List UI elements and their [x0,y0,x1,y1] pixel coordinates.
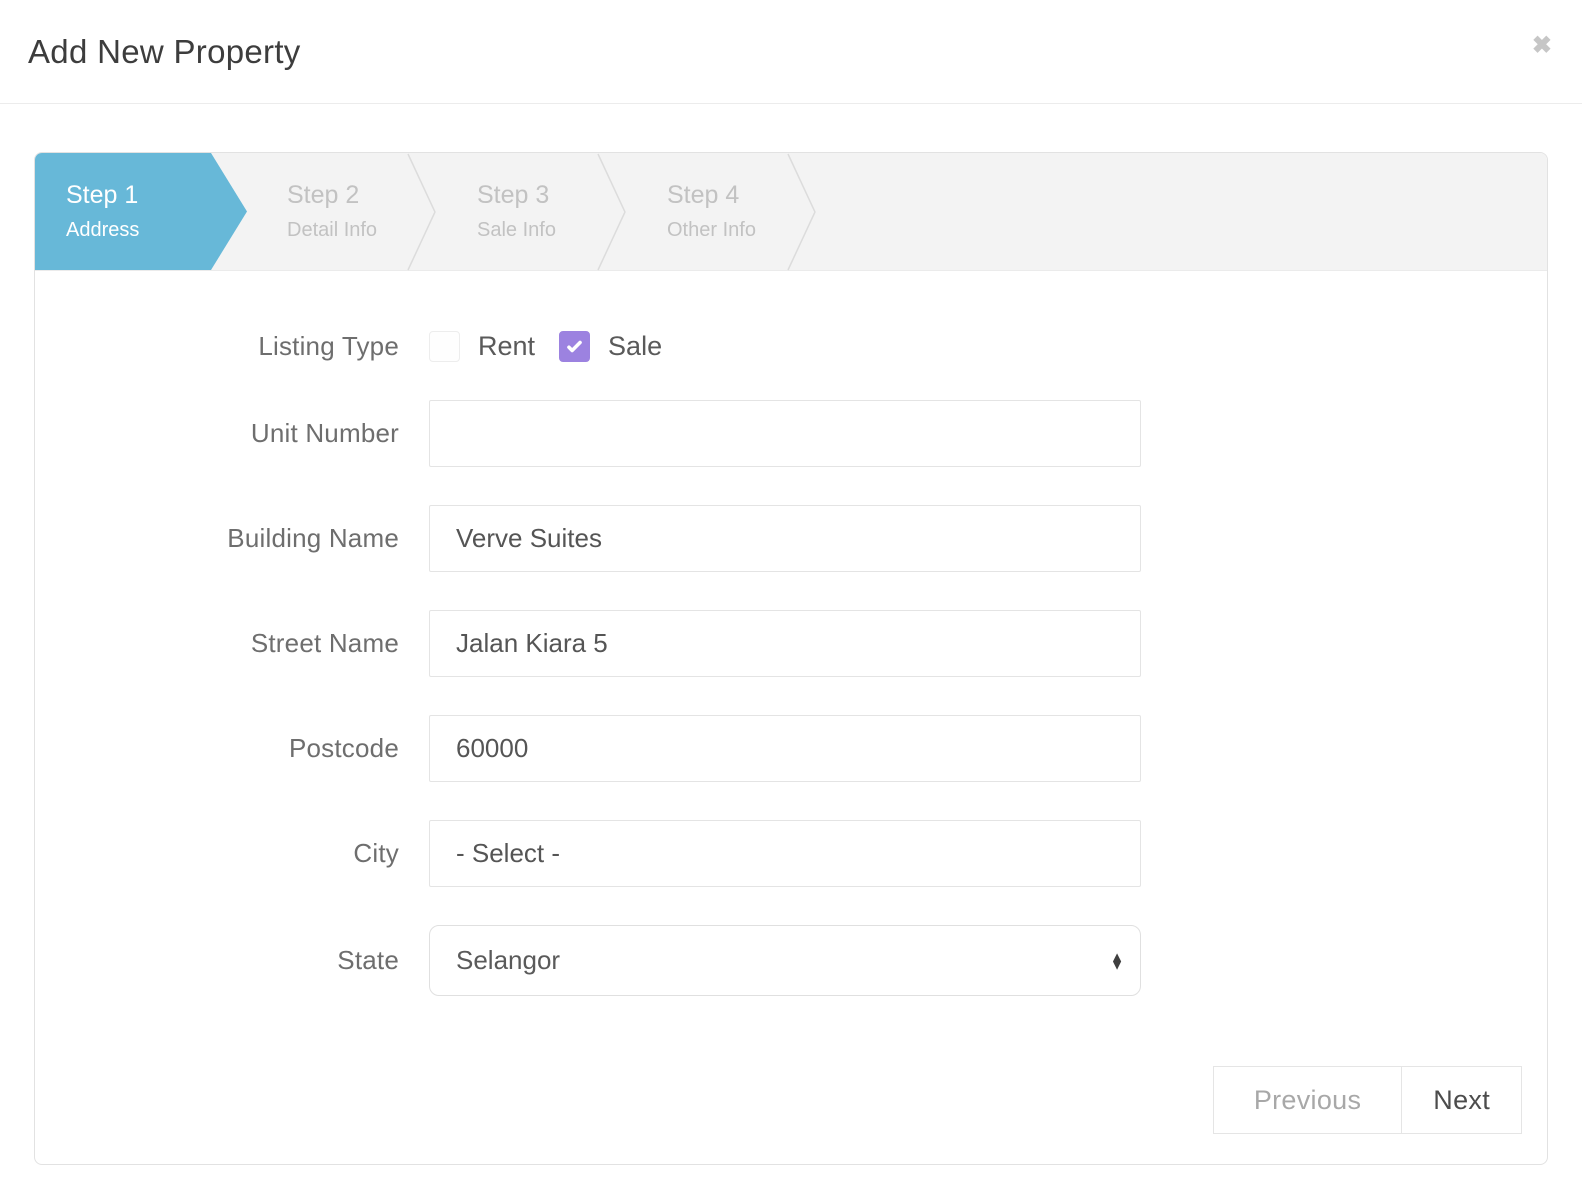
form-body: Listing Type Rent Sa [35,271,1547,1164]
listing-type-label: Listing Type [35,331,399,362]
chevron-right-icon [787,153,817,271]
form-row-building-name: Building Name [35,505,1547,572]
check-icon [565,337,584,356]
form-row-street-name: Street Name [35,610,1547,677]
close-icon[interactable]: ✖ [1532,34,1552,58]
rent-checkbox-label: Rent [478,331,535,362]
postcode-input[interactable] [429,715,1141,782]
step-title: Step 3 [477,181,597,210]
form-row-city: City [35,820,1547,887]
listing-type-option-sale: Sale [559,331,668,362]
step-bar: Step 1 Address Step 2 Detail Info Step 3… [35,153,1547,271]
step-title: Step 1 [66,181,247,210]
building-name-label: Building Name [35,523,399,554]
step-2-detail-info[interactable]: Step 2 Detail Info [247,153,407,270]
wizard-container: Step 1 Address Step 2 Detail Info Step 3… [34,152,1548,1165]
step-4-other-info[interactable]: Step 4 Other Info [627,153,787,270]
step-title: Step 4 [667,181,787,210]
step-subtitle: Detail Info [287,219,407,242]
modal-header: Add New Property ✖ [0,0,1582,104]
sale-checkbox[interactable] [559,331,590,362]
city-label: City [35,838,399,869]
street-name-input[interactable] [429,610,1141,677]
city-select[interactable] [429,820,1141,887]
step-3-sale-info[interactable]: Step 3 Sale Info [437,153,597,270]
building-name-input[interactable] [429,505,1141,572]
previous-button[interactable]: Previous [1213,1066,1402,1134]
step-bar-filler [817,153,1547,270]
listing-type-group: Rent Sale [429,331,1141,362]
sale-checkbox-label: Sale [608,331,662,362]
state-label: State [35,945,399,976]
modal-title: Add New Property [28,33,301,71]
state-select[interactable]: Selangor ▲▼ [429,925,1141,996]
step-1-address[interactable]: Step 1 Address [35,153,247,270]
form-row-listing-type: Listing Type Rent Sa [35,331,1547,362]
chevron-right-icon [407,153,437,271]
form-row-state: State Selangor ▲▼ [35,925,1547,996]
step-subtitle: Address [66,219,247,242]
unit-number-input[interactable] [429,400,1141,467]
street-name-label: Street Name [35,628,399,659]
listing-type-option-rent: Rent [429,331,541,362]
form-row-unit-number: Unit Number [35,400,1547,467]
next-button[interactable]: Next [1401,1066,1522,1134]
state-select-value: Selangor [456,945,560,976]
step-subtitle: Sale Info [477,219,597,242]
rent-checkbox[interactable] [429,331,460,362]
unit-number-label: Unit Number [35,418,399,449]
step-subtitle: Other Info [667,219,787,242]
chevron-right-icon [597,153,627,271]
form-row-postcode: Postcode [35,715,1547,782]
postcode-label: Postcode [35,733,399,764]
button-row: Previous Next [35,1066,1547,1134]
select-spinner-icon: ▲▼ [1110,952,1124,969]
step-title: Step 2 [287,181,407,210]
